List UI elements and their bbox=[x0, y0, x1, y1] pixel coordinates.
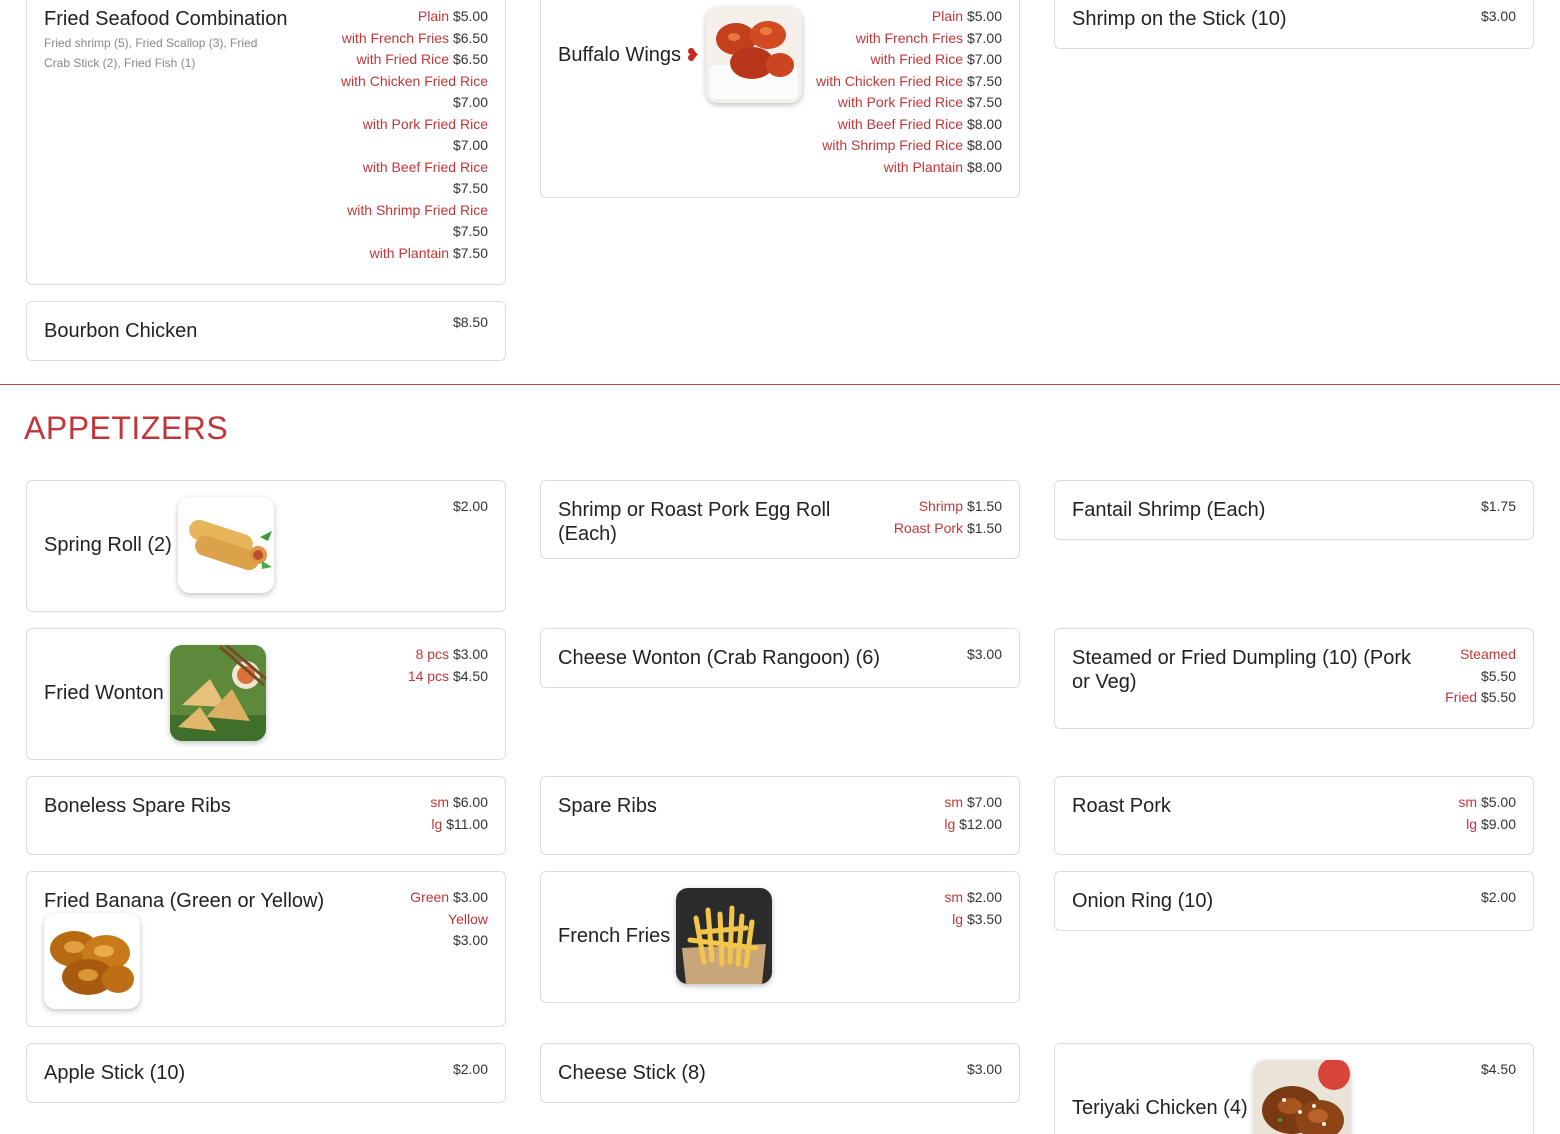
price-list: sm $6.00 lg $11.00 bbox=[430, 794, 488, 832]
item-price: $2.00 bbox=[1480, 889, 1516, 905]
item-name: Fried Wonton bbox=[44, 682, 164, 704]
price-list: sm $5.00 lg $9.00 bbox=[1458, 794, 1516, 832]
menu-item-spring-roll[interactable]: Spring Roll (2) $2.00 bbox=[26, 480, 506, 612]
item-name: Steamed or Fried Dumpling (10) (Pork or … bbox=[1072, 647, 1412, 693]
item-name: Fantail Shrimp (Each) bbox=[1072, 499, 1266, 521]
item-name: Teriyaki Chicken (4) bbox=[1072, 1097, 1248, 1119]
item-description: Fried shrimp (5), Fried Scallop (3), Fri… bbox=[44, 36, 258, 70]
menu-item-egg-roll[interactable]: Shrimp or Roast Pork Egg Roll (Each) Shr… bbox=[540, 480, 1020, 559]
item-price: $4.50 bbox=[1480, 1061, 1516, 1077]
item-name: Spare Ribs bbox=[558, 795, 657, 817]
item-price: $2.00 bbox=[452, 498, 488, 514]
item-name: French Fries bbox=[558, 925, 671, 947]
menu-item-teriyaki-chicken[interactable]: Teriyaki Chicken (4) $4.50 bbox=[1054, 1043, 1534, 1134]
menu-item-fried-wonton[interactable]: Fried Wonton 8 pcs $3.00 14 pcs $4.50 bbox=[26, 628, 506, 760]
menu-item-shrimp-on-the-stick[interactable]: Shrimp on the Stick (10) $3.00 bbox=[1054, 0, 1534, 49]
menu-item-fried-banana[interactable]: Fried Banana (Green or Yellow) Green $3.… bbox=[26, 871, 506, 1027]
menu-item-roast-pork[interactable]: Roast Pork sm $5.00 lg $9.00 bbox=[1054, 776, 1534, 855]
item-name: Spring Roll (2) bbox=[44, 534, 172, 556]
item-price: $3.00 bbox=[966, 1061, 1002, 1077]
price-list: Plain $5.00 with French Fries $7.00 with… bbox=[816, 8, 1002, 175]
price-list: Shrimp $1.50 Roast Pork $1.50 bbox=[893, 498, 1002, 536]
teriyaki-chicken-photo bbox=[1253, 1060, 1350, 1134]
menu-item-fantail-shrimp[interactable]: Fantail Shrimp (Each) $1.75 bbox=[1054, 480, 1534, 540]
price-list: sm $7.00 lg $12.00 bbox=[944, 794, 1002, 832]
item-price: $8.50 bbox=[452, 314, 488, 330]
spring-roll-photo bbox=[177, 497, 274, 593]
price-list: Steamed $5.50 Fried $5.50 bbox=[1445, 646, 1516, 705]
item-name: Fried Banana (Green or Yellow) bbox=[44, 890, 325, 912]
item-name: Onion Ring (10) bbox=[1072, 890, 1214, 912]
chili-pepper-icon: ❥ bbox=[685, 44, 701, 65]
item-name: Apple Stick (10) bbox=[44, 1062, 186, 1084]
menu-item-dumpling[interactable]: Steamed or Fried Dumpling (10) (Pork or … bbox=[1054, 628, 1534, 729]
price-list: Plain $5.00 with French Fries $6.50 with… bbox=[340, 8, 488, 261]
item-price: $1.75 bbox=[1480, 498, 1516, 514]
buffalo-wings-photo bbox=[706, 7, 803, 103]
item-name: Fried Seafood Combination bbox=[44, 8, 288, 30]
item-name: Shrimp or Roast Pork Egg Roll (Each) bbox=[558, 499, 831, 545]
menu-item-cheese-wonton[interactable]: Cheese Wonton (Crab Rangoon) (6) $3.00 bbox=[540, 628, 1020, 688]
item-name: Roast Pork bbox=[1072, 795, 1171, 817]
menu-item-buffalo-wings[interactable]: Buffalo Wings ❥ Plain $5.00 with French … bbox=[540, 0, 1020, 198]
item-name: Cheese Wonton (Crab Rangoon) (6) bbox=[558, 647, 881, 669]
price-list: Green $3.00 Yellow $3.00 bbox=[410, 889, 488, 948]
price-list: sm $2.00 lg $3.50 bbox=[944, 889, 1002, 927]
item-name: Boneless Spare Ribs bbox=[44, 795, 231, 817]
menu-item-onion-ring[interactable]: Onion Ring (10) $2.00 bbox=[1054, 871, 1534, 931]
item-price: $3.00 bbox=[966, 646, 1002, 662]
price-list: 8 pcs $3.00 14 pcs $4.50 bbox=[407, 646, 488, 684]
menu-item-apple-stick[interactable]: Apple Stick (10) $2.00 bbox=[26, 1043, 506, 1103]
french-fries-photo bbox=[676, 888, 773, 984]
section-divider bbox=[0, 384, 1560, 385]
menu-item-french-fries[interactable]: French Fries sm $2.00 lg $3.50 bbox=[540, 871, 1020, 1003]
item-name: Buffalo Wings bbox=[558, 44, 682, 66]
menu-item-spare-ribs[interactable]: Spare Ribs sm $7.00 lg $12.00 bbox=[540, 776, 1020, 855]
fried-banana-photo bbox=[44, 913, 140, 1009]
fried-wonton-photo bbox=[169, 645, 266, 741]
item-price: $3.00 bbox=[1480, 8, 1516, 24]
item-name: Cheese Stick (8) bbox=[558, 1062, 706, 1084]
item-name: Shrimp on the Stick (10) bbox=[1072, 8, 1287, 30]
menu-item-cheese-stick[interactable]: Cheese Stick (8) $3.00 bbox=[540, 1043, 1020, 1103]
item-price: $2.00 bbox=[452, 1061, 488, 1077]
section-title-appetizers: APPETIZERS bbox=[24, 410, 229, 446]
menu-item-bourbon-chicken[interactable]: Bourbon Chicken $8.50 bbox=[26, 301, 506, 361]
menu-item-fried-seafood-combination[interactable]: Fried Seafood Combination Fried shrimp (… bbox=[26, 0, 506, 285]
menu-item-boneless-spare-ribs[interactable]: Boneless Spare Ribs sm $6.00 lg $11.00 bbox=[26, 776, 506, 855]
item-name: Bourbon Chicken bbox=[44, 320, 198, 342]
